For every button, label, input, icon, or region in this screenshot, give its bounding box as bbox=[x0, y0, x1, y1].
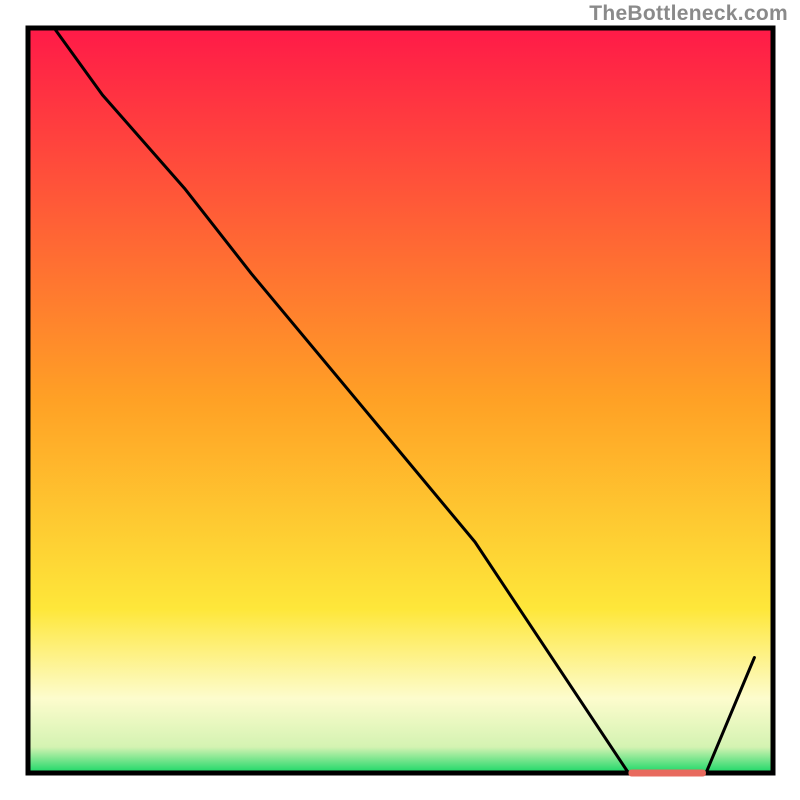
chart-svg bbox=[0, 0, 800, 800]
chart-frame: TheBottleneck.com bbox=[0, 0, 800, 800]
plot-background bbox=[28, 28, 773, 773]
highlight-marker bbox=[628, 770, 705, 777]
watermark-text: TheBottleneck.com bbox=[589, 2, 788, 26]
